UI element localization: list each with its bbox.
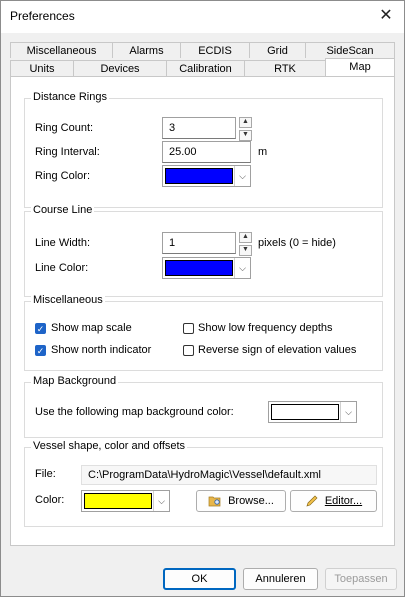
window-title: Preferences	[10, 9, 75, 23]
line-width-input[interactable]: 1	[162, 232, 236, 254]
line-color-swatch	[165, 260, 233, 276]
ring-count-input[interactable]: 3	[162, 117, 236, 139]
map-background-group: Map Background Use the following map bac…	[24, 375, 383, 438]
tab-ecdis[interactable]: ECDIS	[180, 42, 250, 58]
spin-down-icon[interactable]: ▼	[239, 130, 252, 141]
show-map-scale-checkbox[interactable]: ✓	[35, 323, 46, 334]
map-background-color-picker[interactable]: ⌵	[268, 401, 357, 423]
tab-map[interactable]: Map	[325, 58, 395, 77]
chevron-down-icon[interactable]: ⌵	[340, 402, 356, 422]
chevron-down-icon[interactable]: ⌵	[234, 166, 250, 186]
line-width-label: Line Width:	[35, 237, 91, 249]
spin-down-icon[interactable]: ▼	[239, 245, 252, 256]
miscellaneous-title: Miscellaneous	[31, 294, 105, 306]
tab-devices[interactable]: Devices	[73, 60, 167, 76]
distance-rings-title: Distance Rings	[31, 91, 109, 103]
map-tab-panel: Distance Rings Ring Count: 3 ▲ ▼ Ring In…	[10, 76, 395, 546]
tab-grid[interactable]: Grid	[249, 42, 306, 58]
vessel-color-picker[interactable]: ⌵	[81, 490, 170, 512]
tab-miscellaneous[interactable]: Miscellaneous	[10, 42, 113, 58]
spin-up-icon[interactable]: ▲	[239, 232, 252, 243]
apply-button[interactable]: Toepassen	[325, 568, 397, 590]
editor-button[interactable]: Editor...	[290, 490, 377, 512]
tab-alarms[interactable]: Alarms	[112, 42, 181, 58]
vessel-title: Vessel shape, color and offsets	[31, 440, 188, 452]
line-width-spinner[interactable]: ▲ ▼	[239, 232, 252, 256]
browse-button[interactable]: Browse...	[196, 490, 286, 512]
chevron-down-icon[interactable]: ⌵	[153, 491, 169, 511]
chevron-down-icon[interactable]: ⌵	[234, 258, 250, 278]
course-line-title: Course Line	[31, 204, 95, 216]
vessel-file-label: File:	[35, 468, 56, 480]
cancel-button[interactable]: Annuleren	[243, 568, 318, 590]
title-bar: Preferences ✕	[1, 1, 404, 33]
course-line-group: Course Line Line Width: 1 ▲ ▼ pixels (0 …	[24, 204, 383, 297]
line-color-picker[interactable]: ⌵	[162, 257, 251, 279]
pencil-icon	[306, 495, 318, 507]
vessel-file-field: C:\ProgramData\HydroMagic\Vessel\default…	[81, 465, 377, 485]
tab-sidescan[interactable]: SideScan	[305, 42, 395, 58]
show-low-freq-label[interactable]: Show low frequency depths	[198, 322, 333, 334]
editor-label: Editor...	[324, 495, 363, 507]
close-icon[interactable]: ✕	[376, 6, 396, 26]
ring-count-spinner[interactable]: ▲ ▼	[239, 117, 252, 141]
line-color-label: Line Color:	[35, 262, 89, 274]
preferences-dialog: Preferences ✕ Miscellaneous Alarms ECDIS…	[0, 0, 405, 597]
vessel-color-swatch	[84, 493, 152, 509]
vessel-color-label: Color:	[35, 494, 65, 506]
show-low-freq-checkbox[interactable]	[183, 323, 194, 334]
line-width-hint: pixels (0 = hide)	[258, 237, 336, 249]
ring-interval-label: Ring Interval:	[35, 146, 100, 158]
ring-interval-unit: m	[258, 146, 268, 158]
show-north-indicator-label[interactable]: Show north indicator	[51, 344, 151, 356]
ok-button[interactable]: OK	[163, 568, 236, 590]
reverse-sign-checkbox[interactable]	[183, 345, 194, 356]
tab-units[interactable]: Units	[10, 60, 74, 76]
show-north-indicator-checkbox[interactable]: ✓	[35, 345, 46, 356]
map-background-label: Use the following map background color:	[35, 406, 234, 418]
distance-rings-group: Distance Rings Ring Count: 3 ▲ ▼ Ring In…	[24, 91, 383, 208]
ring-color-label: Ring Color:	[35, 170, 91, 182]
browse-label: Browse...	[228, 495, 274, 507]
ring-interval-input[interactable]: 25.00	[162, 141, 251, 163]
vessel-group: Vessel shape, color and offsets File: C:…	[24, 440, 383, 527]
reverse-sign-label[interactable]: Reverse sign of elevation values	[198, 344, 356, 356]
ring-color-picker[interactable]: ⌵	[162, 165, 251, 187]
folder-search-icon	[208, 496, 221, 507]
show-map-scale-label[interactable]: Show map scale	[51, 322, 132, 334]
tab-calibration[interactable]: Calibration	[166, 60, 245, 76]
map-background-title: Map Background	[31, 375, 119, 387]
ring-count-label: Ring Count:	[35, 122, 94, 134]
tab-rtk[interactable]: RTK	[244, 60, 326, 76]
miscellaneous-group: Miscellaneous ✓ Show map scale ✓ Show no…	[24, 294, 383, 371]
map-background-swatch	[271, 404, 339, 420]
ring-color-swatch	[165, 168, 233, 184]
spin-up-icon[interactable]: ▲	[239, 117, 252, 128]
